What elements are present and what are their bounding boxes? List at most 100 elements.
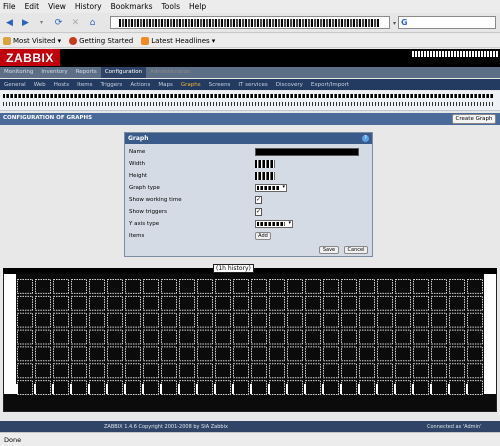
grid-cell xyxy=(215,295,231,311)
subtab-it-services[interactable]: IT services xyxy=(234,82,271,88)
height-field[interactable] xyxy=(255,172,275,180)
grid-cell xyxy=(467,346,483,362)
grid-cell xyxy=(395,312,411,328)
grid-cell xyxy=(71,346,87,362)
stop-icon[interactable]: ✕ xyxy=(69,16,82,29)
grid-cell xyxy=(449,346,465,362)
grid-cell xyxy=(17,279,33,294)
menu-tools[interactable]: Tools xyxy=(162,2,180,11)
menu-bookmarks[interactable]: Bookmarks xyxy=(111,2,153,11)
grid-cell xyxy=(233,346,249,362)
grid-cell xyxy=(467,295,483,311)
grid-cell xyxy=(17,312,33,328)
grid-cell xyxy=(251,329,267,345)
grid-cell xyxy=(125,295,141,311)
graph-type-select[interactable]: ▾ xyxy=(255,184,287,192)
forward-icon[interactable]: ▶ xyxy=(19,16,32,29)
status-text: Done xyxy=(4,436,22,444)
menu-edit[interactable]: Edit xyxy=(25,2,40,11)
create-graph-button[interactable]: Create Graph xyxy=(452,114,496,124)
subtab-hosts[interactable]: Hosts xyxy=(50,82,73,88)
dropdown-chevron-icon[interactable]: ▾ xyxy=(35,16,48,29)
subtab-general[interactable]: General xyxy=(0,82,30,88)
home-icon[interactable]: ⌂ xyxy=(86,16,99,29)
subtab-graphs[interactable]: Graphs xyxy=(177,82,205,88)
grid-cell xyxy=(323,363,339,379)
history-bar xyxy=(0,91,500,111)
bookmark-most-visited[interactable]: Most Visited ▾ xyxy=(3,36,61,45)
bookmark-getting-started[interactable]: Getting Started xyxy=(69,36,133,45)
subtab-maps[interactable]: Maps xyxy=(154,82,176,88)
grid-cell xyxy=(89,279,105,294)
tab-inventory[interactable]: Inventory xyxy=(37,67,71,78)
add-item-button[interactable]: Add xyxy=(255,232,271,240)
name-field[interactable] xyxy=(255,148,359,156)
history-links[interactable] xyxy=(3,94,493,98)
grid-cell xyxy=(71,279,87,294)
grid-cell xyxy=(431,380,447,395)
subtab-triggers[interactable]: Triggers xyxy=(96,82,126,88)
grid-cell xyxy=(305,363,321,379)
subtab-export-import[interactable]: Export/Import xyxy=(307,82,353,88)
grid-cell xyxy=(125,279,141,294)
show-working-time-checkbox[interactable]: ✓ xyxy=(255,196,262,204)
subtab-screens[interactable]: Screens xyxy=(205,82,235,88)
bookmark-latest-headlines[interactable]: Latest Headlines ▾ xyxy=(141,36,215,45)
subtab-discovery[interactable]: Discovery xyxy=(272,82,307,88)
items-label: Items xyxy=(129,233,145,239)
menu-file[interactable]: File xyxy=(3,2,16,11)
url-input[interactable] xyxy=(110,16,390,29)
grid-cell xyxy=(449,279,465,294)
tab-monitoring[interactable]: Monitoring xyxy=(0,67,37,78)
y-axis-type-select[interactable]: ▾ xyxy=(255,220,293,228)
grid-cell xyxy=(287,329,303,345)
grid-cell xyxy=(431,346,447,362)
grid-cell xyxy=(413,295,429,311)
grid-cell xyxy=(107,346,123,362)
grid-cell xyxy=(215,363,231,379)
help-icon[interactable]: ? xyxy=(362,135,369,142)
grid-cell xyxy=(323,329,339,345)
grid-cell xyxy=(341,279,357,294)
copyright-text: ZABBIX 1.4.6 Copyright 2001-2008 by SIA … xyxy=(104,424,228,430)
save-button[interactable]: Save xyxy=(319,246,339,254)
grid-cell xyxy=(449,380,465,395)
x-tick-marker xyxy=(466,384,468,394)
x-tick-marker xyxy=(142,384,144,394)
menu-view[interactable]: View xyxy=(48,2,66,11)
grid-cell xyxy=(71,380,87,395)
y-axis-type-label: Y axis type xyxy=(129,221,160,227)
grid-cell xyxy=(17,380,33,395)
menu-history[interactable]: History xyxy=(75,2,102,11)
graph-type-label: Graph type xyxy=(129,185,160,191)
grid-cell xyxy=(395,295,411,311)
grid-cell xyxy=(35,279,51,294)
grid-cell xyxy=(179,312,195,328)
show-triggers-checkbox[interactable]: ✓ xyxy=(255,208,262,216)
cancel-button[interactable]: Cancel xyxy=(344,246,368,254)
url-dropdown-icon[interactable]: ▾ xyxy=(392,17,397,30)
menu-help[interactable]: Help xyxy=(189,2,206,11)
subtab-web[interactable]: Web xyxy=(30,82,50,88)
grid-cell xyxy=(107,295,123,311)
x-tick-marker xyxy=(214,384,216,394)
reload-icon[interactable]: ⟳ xyxy=(52,16,65,29)
grid-cell xyxy=(71,363,87,379)
grid-cell xyxy=(251,295,267,311)
width-field[interactable] xyxy=(255,160,275,168)
tab-reports[interactable]: Reports xyxy=(72,67,101,78)
grid-cell xyxy=(233,295,249,311)
grid-cell xyxy=(179,329,195,345)
tab-configuration[interactable]: Configuration xyxy=(100,67,147,78)
header-links[interactable] xyxy=(412,51,498,57)
grid-cell xyxy=(35,380,51,395)
history-dots xyxy=(3,102,493,106)
subtab-items[interactable]: Items xyxy=(73,82,96,88)
back-icon[interactable]: ◀ xyxy=(3,16,16,29)
grid-cell xyxy=(53,346,69,362)
tab-administration[interactable]: Administration xyxy=(146,67,194,78)
grid-cell xyxy=(395,363,411,379)
search-input[interactable]: G xyxy=(398,16,496,29)
subtab-actions[interactable]: Actions xyxy=(126,82,154,88)
grid-cell xyxy=(125,363,141,379)
